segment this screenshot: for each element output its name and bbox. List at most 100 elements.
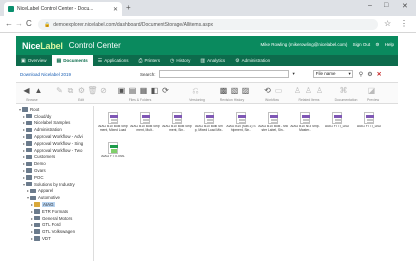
tree-item[interactable]: ▸ VDT [16,235,93,242]
related-item-icon-2[interactable]: ♙ [303,85,314,96]
app-title: Control Center [68,41,121,50]
folder-icon [26,134,32,139]
nav-history[interactable]: ◷ History [165,55,195,66]
new-folder-icon[interactable]: ▣ [116,85,127,96]
nicelabel-logo[interactable]: NiceLabel [22,41,63,51]
file-name: AIAG B10 Bulk - Master Label, Sin.. [258,125,288,132]
clear-search-icon[interactable]: ✕ [377,71,382,78]
search-input[interactable] [158,70,289,78]
tree-item-label: POC [34,174,44,180]
label-file-icon [204,112,214,124]
nav-printers[interactable]: ⎙ Printers [134,55,166,66]
back-arrow-icon[interactable]: ← [5,19,13,29]
file-item[interactable]: AIAG FTTI_LBD [322,112,352,138]
tree-item[interactable]: ▸ General Motors [16,215,93,222]
file-item[interactable]: AIAG B10 Bulk Shipment, Sin.. [162,112,192,138]
tree-item[interactable]: ▸ Gvars [16,167,93,174]
reload-icon[interactable]: C [26,19,32,29]
tree-item-label: AIAG [42,202,55,208]
related-item-icon-3[interactable]: ♙ [314,85,325,96]
tree-item[interactable]: ▸ ETR Formats [16,208,93,215]
tree-item[interactable]: ▸ Approval Workflow - Two [16,147,93,154]
file-item[interactable]: AIAG FTTI.XML [98,142,128,168]
lock-file-icon[interactable]: ⊘ [98,85,109,96]
file-item[interactable]: AIAG B10 N/3 Ship- Master.. [290,112,320,138]
file-item[interactable]: AIAG B10 Bulk - Master Label, Sin.. [258,112,288,138]
gear-icon[interactable]: ⚙ [76,85,87,96]
upload-icon[interactable]: ▤ [127,85,138,96]
tree-item[interactable]: ▸ Cloud/dy [16,113,93,120]
revision-history-icon-2[interactable]: ▧ [229,85,240,96]
tree-item[interactable]: ▸ Administration [16,126,93,133]
browse-back-icon[interactable]: ◀ [21,85,32,96]
related-item-icon-1[interactable]: ♙ [292,85,303,96]
preview-icon[interactable]: ◪ [366,85,377,96]
help-link[interactable]: Help [385,42,394,47]
tree-item[interactable]: ▸ Nicelabel Samples [16,120,93,127]
star-icon[interactable]: ☆ [384,19,391,29]
browse-up-icon[interactable]: ▲ [33,85,44,96]
tree-item[interactable]: ▾ Automotive [16,194,93,201]
delete-icon[interactable]: 🗑 [87,85,98,96]
minimize-button[interactable]: – [368,2,372,9]
browser-tab[interactable]: NiceLabel Control Center - Docu... ✕ [4,2,122,16]
user-name[interactable]: Mike Rowling (mikerowling@nicelabel.com) [261,42,348,47]
tree-item[interactable]: ▸ POC [16,174,93,181]
tab-close-icon[interactable]: ✕ [113,6,118,13]
tree-item-label: VDT [42,236,51,242]
versioning-icon[interactable]: ⎌ [190,85,201,96]
search-scope-dropdown[interactable]: ▾ [293,71,295,77]
window-close-button[interactable]: ✕ [402,2,408,10]
revision-history-icon-3[interactable]: ▨ [240,85,251,96]
url-field[interactable]: 🔒 demoexplorer.nicelabel.com/dashboard/D… [38,19,378,30]
tree-item[interactable]: ▾ Root [16,106,93,113]
tree-item[interactable]: ▾ Solutions by Industry [16,181,93,188]
tree-item[interactable]: ▸ Apparel [16,188,93,195]
forward-arrow-icon[interactable]: → [15,19,23,29]
file-item[interactable]: AIAG B10 Bulk Ship, Mixed Load Mix.. [194,112,224,138]
file-item[interactable]: AIAG FTTI_LBD [354,112,384,138]
file-item[interactable]: AIAG B10 (sub-1) Shipment, Sin.. [226,112,256,138]
folder-icon [30,195,36,200]
tree-item[interactable]: ▸ GTL Ford [16,222,93,229]
label-file-icon [108,112,118,124]
browser-menu-icon[interactable]: ⋮ [400,19,408,29]
download-icon[interactable]: ▦ [138,85,149,96]
nav-administration[interactable]: ⚙ Administration [230,55,275,66]
file-name: AIAG FTTI_LBD [325,125,349,128]
nav-analytics[interactable]: ▥ Analytics [195,55,230,66]
file-item[interactable]: AIAG B10 Bulk Shipment, Mixed Load [98,112,128,138]
refresh-icon[interactable]: ⟳ [160,85,171,96]
sign-out-link[interactable]: Sign Out [353,42,371,47]
folder-icon [34,229,40,234]
tree-item[interactable]: ▸ GTL Volkswagen [16,228,93,235]
nav-applications[interactable]: ☰ Applications [93,55,134,66]
tree-item[interactable]: ▸ Customers [16,154,93,161]
tree-item[interactable]: ▸ Approval Workflow - Advi [16,133,93,140]
toolbar-label-versioning: Versioning [189,98,205,102]
tree-item-label: GTL Volkswagen [42,229,76,235]
revision-history-icon-1[interactable]: ▩ [218,85,229,96]
documents-icon: ▤ [56,57,62,64]
workflow-icon[interactable]: ⟲ [262,85,273,96]
tree-item[interactable]: ▸ Demo [16,160,93,167]
folder-icon [34,236,40,241]
workflow-step-icon[interactable]: ▭ [273,85,284,96]
maximize-button[interactable]: □ [384,2,388,9]
copy-icon[interactable]: ⧉ [65,85,76,96]
tree-item[interactable]: ▸ Approval Workflow - Sing [16,140,93,147]
folder-tree-icon[interactable]: ◧ [149,85,160,96]
nav-overview[interactable]: ▣ Overview [16,55,52,66]
search-icon[interactable]: ⚲ [359,71,363,78]
settings-icon[interactable]: ⚙ [375,42,379,47]
filter-field-select[interactable]: File name [312,70,353,78]
nav-documents[interactable]: ▤ Documents [51,55,93,66]
tree-item[interactable]: ▸ AIAG [16,201,93,208]
tree-item-label: Approval Workflow - Sing [34,140,84,146]
file-item[interactable]: AIAG B10 Bulk Shipment, Mult.. [130,112,160,138]
breadcrumb[interactable]: Download Nicelabel 2019 [20,72,110,77]
new-tab-button[interactable]: + [126,3,131,13]
documentation-icon[interactable]: ⌘ [338,85,349,96]
edit-icon[interactable]: ✎ [54,85,65,96]
search-options-icon[interactable]: ⚙ [367,71,372,78]
